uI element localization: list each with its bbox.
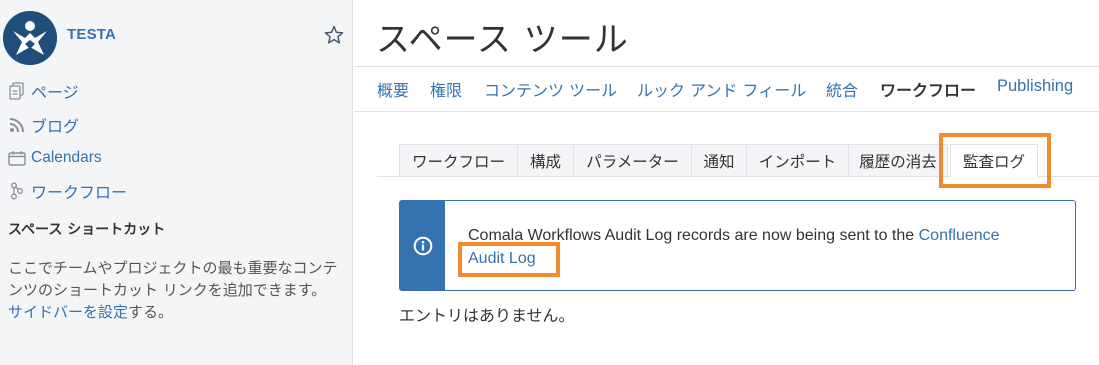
space-name-link[interactable]: TESTA [67,26,116,43]
subtab-parameters[interactable]: パラメーター [573,144,691,177]
space-logo[interactable] [3,11,57,65]
page-icon [8,82,26,100]
space-header: TESTA [0,0,353,72]
sidebar-item-calendars[interactable]: Calendars [8,146,102,170]
space-tools-nav: 概要 権限 コンテンツ ツール ルック アンド フィール 統合 ワークフロー P… [354,66,1099,112]
calendar-icon [8,149,26,167]
sidebar-item-label: ブログ [31,117,80,136]
info-message-text: Comala Workflows Audit Log records are n… [468,227,919,244]
sidebar-item-label: ページ [31,83,79,102]
tab-publishing[interactable]: Publishing [997,77,1073,96]
rss-icon [8,116,26,134]
page-title: スペース ツール [376,20,629,60]
shortcuts-text: ここでチームやプロジェクトの最も重要なコンテンツのショートカット リンクを追加で… [8,259,338,299]
tab-content-tools[interactable]: コンテンツ ツール [484,77,617,101]
tab-integrations[interactable]: 統合 [826,77,858,101]
star-icon[interactable] [323,24,345,46]
sidebar-item-pages[interactable]: ページ [8,79,79,103]
shortcuts-heading: スペース ショートカット [8,222,166,238]
audit-link-part1: Confluence [918,227,1000,244]
configure-sidebar-link[interactable]: サイドバーを設定 [8,303,128,321]
subtab-notifications[interactable]: 通知 [691,144,746,177]
info-strip [400,201,445,290]
info-text: Comala Workflows Audit Log records are n… [468,224,1058,270]
sidebar-item-label: Calendars [31,149,102,166]
shortcuts-suffix: する。 [128,303,174,321]
sidebar: TESTA ページ ブログ Calendars ワークフロー スペース ショート… [0,0,353,365]
workflow-icon [8,182,26,200]
info-message: Comala Workflows Audit Log records are n… [399,200,1076,291]
tab-workflow[interactable]: ワークフロー [880,77,976,101]
subtab-audit-log[interactable]: 監査ログ [950,144,1038,177]
shortcuts-description: ここでチームやプロジェクトの最も重要なコンテンツのショートカット リンクを追加で… [8,257,338,323]
sidebar-item-blog[interactable]: ブログ [8,113,79,137]
empty-state-text: エントリはありません。 [399,306,575,325]
sidebar-item-label: ワークフロー [31,183,128,202]
tab-permissions[interactable]: 権限 [430,77,462,101]
space-logo-icon [3,11,57,65]
subtab-import[interactable]: インポート [746,144,848,177]
subtab-purge-history[interactable]: 履歴の消去 [848,144,948,177]
subtab-configuration[interactable]: 構成 [517,144,573,177]
sidebar-item-workflow[interactable]: ワークフロー [8,179,127,203]
audit-link-part2: Audit Log [468,250,536,267]
info-icon [413,236,432,255]
tab-look-and-feel[interactable]: ルック アンド フィール [637,77,806,101]
subtab-workflow[interactable]: ワークフロー [399,144,517,177]
tab-overview[interactable]: 概要 [377,77,409,101]
